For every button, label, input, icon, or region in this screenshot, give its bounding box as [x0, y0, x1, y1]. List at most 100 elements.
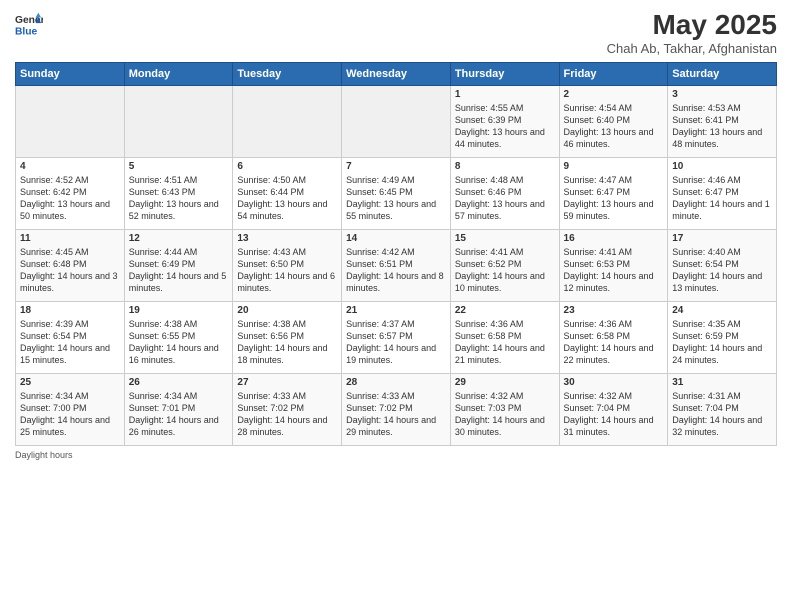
day-content: Daylight: 14 hours and 30 minutes. [455, 414, 555, 438]
day-number: 24 [672, 305, 772, 316]
calendar-day: 1Sunrise: 4:55 AMSunset: 6:39 PMDaylight… [450, 85, 559, 157]
day-header-sunday: Sunday [16, 62, 125, 85]
calendar-day: 13Sunrise: 4:43 AMSunset: 6:50 PMDayligh… [233, 229, 342, 301]
page: General Blue May 2025 Chah Ab, Takhar, A… [0, 0, 792, 612]
day-number: 30 [564, 377, 664, 388]
day-number: 2 [564, 89, 664, 100]
day-content: Sunset: 6:56 PM [237, 330, 337, 342]
day-content: Sunset: 6:58 PM [564, 330, 664, 342]
calendar-day: 2Sunrise: 4:54 AMSunset: 6:40 PMDaylight… [559, 85, 668, 157]
day-number: 12 [129, 233, 229, 244]
day-content: Sunrise: 4:39 AM [20, 318, 120, 330]
day-content: Sunrise: 4:34 AM [129, 390, 229, 402]
day-content: Sunrise: 4:55 AM [455, 102, 555, 114]
day-content: Daylight: 14 hours and 28 minutes. [237, 414, 337, 438]
day-number: 11 [20, 233, 120, 244]
calendar-day: 27Sunrise: 4:33 AMSunset: 7:02 PMDayligh… [233, 373, 342, 445]
day-number: 27 [237, 377, 337, 388]
day-content: Sunrise: 4:51 AM [129, 174, 229, 186]
day-number: 26 [129, 377, 229, 388]
day-content: Sunrise: 4:42 AM [346, 246, 446, 258]
day-content: Daylight: 13 hours and 52 minutes. [129, 198, 229, 222]
day-content: Sunset: 7:01 PM [129, 402, 229, 414]
day-number: 13 [237, 233, 337, 244]
day-number: 15 [455, 233, 555, 244]
calendar-day: 28Sunrise: 4:33 AMSunset: 7:02 PMDayligh… [342, 373, 451, 445]
footer: Daylight hours [15, 450, 777, 460]
calendar-day: 9Sunrise: 4:47 AMSunset: 6:47 PMDaylight… [559, 157, 668, 229]
day-number: 8 [455, 161, 555, 172]
calendar-day: 11Sunrise: 4:45 AMSunset: 6:48 PMDayligh… [16, 229, 125, 301]
day-content: Sunset: 6:55 PM [129, 330, 229, 342]
day-content: Sunset: 6:59 PM [672, 330, 772, 342]
day-content: Sunset: 6:41 PM [672, 114, 772, 126]
calendar-header-row: SundayMondayTuesdayWednesdayThursdayFrid… [16, 62, 777, 85]
day-content: Sunrise: 4:47 AM [564, 174, 664, 186]
day-content: Sunrise: 4:32 AM [564, 390, 664, 402]
day-content: Daylight: 14 hours and 13 minutes. [672, 270, 772, 294]
day-content: Daylight: 14 hours and 3 minutes. [20, 270, 120, 294]
day-number: 21 [346, 305, 446, 316]
day-number: 25 [20, 377, 120, 388]
svg-text:Blue: Blue [15, 26, 38, 37]
day-content: Sunset: 6:52 PM [455, 258, 555, 270]
day-content: Sunset: 6:53 PM [564, 258, 664, 270]
calendar-day: 26Sunrise: 4:34 AMSunset: 7:01 PMDayligh… [124, 373, 233, 445]
page-title: May 2025 [607, 10, 777, 41]
calendar-day: 25Sunrise: 4:34 AMSunset: 7:00 PMDayligh… [16, 373, 125, 445]
calendar-day: 17Sunrise: 4:40 AMSunset: 6:54 PMDayligh… [668, 229, 777, 301]
calendar-day: 29Sunrise: 4:32 AMSunset: 7:03 PMDayligh… [450, 373, 559, 445]
day-content: Sunset: 7:02 PM [346, 402, 446, 414]
day-header-wednesday: Wednesday [342, 62, 451, 85]
day-content: Sunset: 6:47 PM [672, 186, 772, 198]
day-content: Daylight: 13 hours and 48 minutes. [672, 126, 772, 150]
calendar-day: 22Sunrise: 4:36 AMSunset: 6:58 PMDayligh… [450, 301, 559, 373]
day-content: Daylight: 14 hours and 22 minutes. [564, 342, 664, 366]
day-content: Sunrise: 4:52 AM [20, 174, 120, 186]
calendar-day: 31Sunrise: 4:31 AMSunset: 7:04 PMDayligh… [668, 373, 777, 445]
day-content: Daylight: 13 hours and 59 minutes. [564, 198, 664, 222]
day-header-tuesday: Tuesday [233, 62, 342, 85]
calendar-day [233, 85, 342, 157]
day-content: Daylight: 13 hours and 55 minutes. [346, 198, 446, 222]
day-number: 3 [672, 89, 772, 100]
calendar-day: 18Sunrise: 4:39 AMSunset: 6:54 PMDayligh… [16, 301, 125, 373]
day-number: 31 [672, 377, 772, 388]
calendar-day: 30Sunrise: 4:32 AMSunset: 7:04 PMDayligh… [559, 373, 668, 445]
day-content: Sunrise: 4:40 AM [672, 246, 772, 258]
day-content: Sunrise: 4:36 AM [564, 318, 664, 330]
calendar-day: 14Sunrise: 4:42 AMSunset: 6:51 PMDayligh… [342, 229, 451, 301]
day-content: Sunrise: 4:54 AM [564, 102, 664, 114]
day-content: Sunrise: 4:41 AM [455, 246, 555, 258]
day-number: 18 [20, 305, 120, 316]
day-content: Daylight: 14 hours and 1 minute. [672, 198, 772, 222]
day-content: Sunset: 6:40 PM [564, 114, 664, 126]
day-content: Sunset: 6:42 PM [20, 186, 120, 198]
day-content: Sunrise: 4:43 AM [237, 246, 337, 258]
day-content: Daylight: 14 hours and 12 minutes. [564, 270, 664, 294]
day-number: 7 [346, 161, 446, 172]
day-number: 5 [129, 161, 229, 172]
calendar-day: 24Sunrise: 4:35 AMSunset: 6:59 PMDayligh… [668, 301, 777, 373]
day-number: 20 [237, 305, 337, 316]
calendar-week-row: 11Sunrise: 4:45 AMSunset: 6:48 PMDayligh… [16, 229, 777, 301]
calendar-day: 20Sunrise: 4:38 AMSunset: 6:56 PMDayligh… [233, 301, 342, 373]
calendar-day: 10Sunrise: 4:46 AMSunset: 6:47 PMDayligh… [668, 157, 777, 229]
day-content: Sunset: 7:00 PM [20, 402, 120, 414]
calendar-day: 3Sunrise: 4:53 AMSunset: 6:41 PMDaylight… [668, 85, 777, 157]
logo: General Blue [15, 10, 43, 38]
day-content: Sunset: 6:57 PM [346, 330, 446, 342]
day-content: Sunrise: 4:49 AM [346, 174, 446, 186]
calendar-day: 6Sunrise: 4:50 AMSunset: 6:44 PMDaylight… [233, 157, 342, 229]
day-content: Sunrise: 4:48 AM [455, 174, 555, 186]
day-content: Daylight: 14 hours and 5 minutes. [129, 270, 229, 294]
calendar-week-row: 1Sunrise: 4:55 AMSunset: 6:39 PMDaylight… [16, 85, 777, 157]
calendar-week-row: 18Sunrise: 4:39 AMSunset: 6:54 PMDayligh… [16, 301, 777, 373]
day-content: Daylight: 14 hours and 25 minutes. [20, 414, 120, 438]
day-content: Sunset: 6:44 PM [237, 186, 337, 198]
footer-text: Daylight hours [15, 450, 73, 460]
day-content: Sunset: 6:54 PM [672, 258, 772, 270]
day-content: Sunset: 6:50 PM [237, 258, 337, 270]
calendar-day [342, 85, 451, 157]
day-content: Daylight: 13 hours and 44 minutes. [455, 126, 555, 150]
